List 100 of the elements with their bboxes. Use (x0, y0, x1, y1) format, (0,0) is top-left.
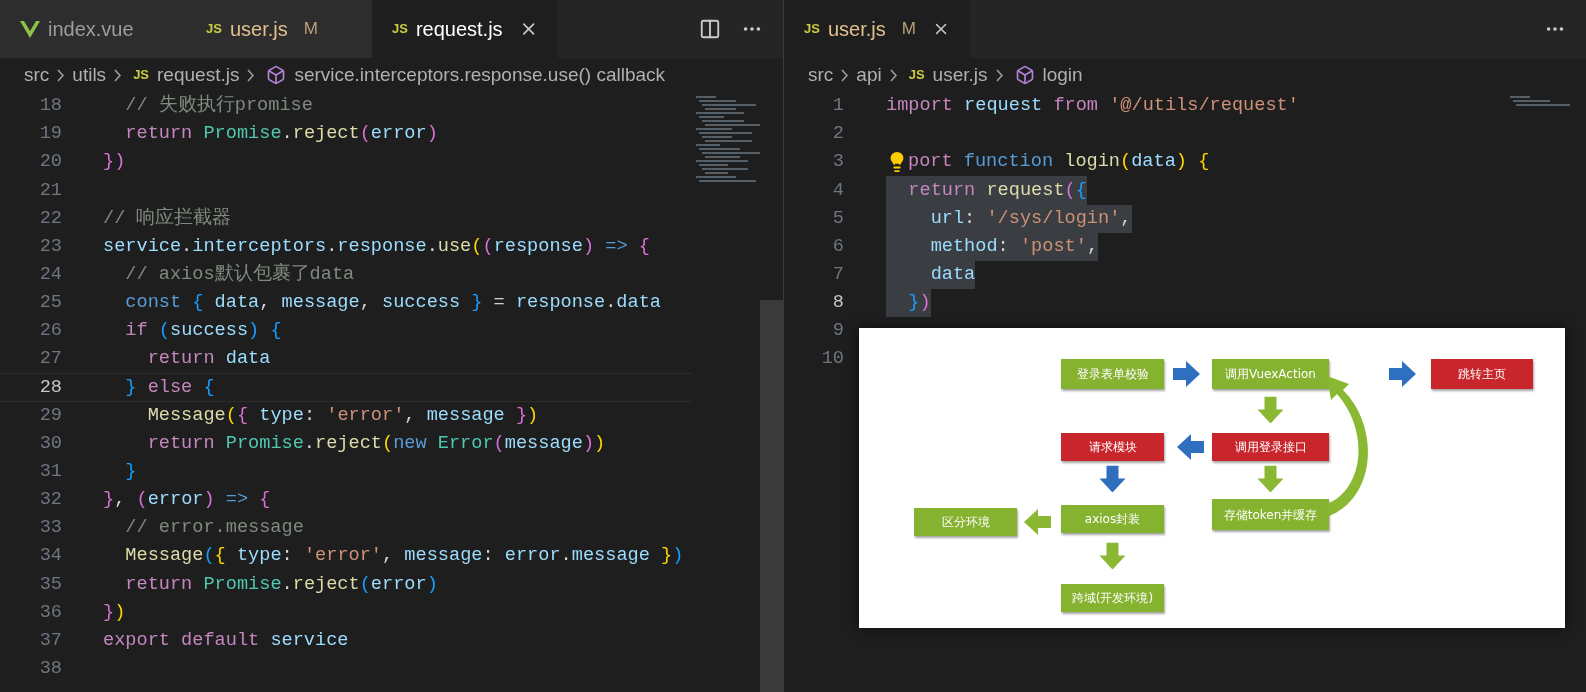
code-line: service.interceptors.response.use((response) => { (103, 234, 650, 259)
modified-label: M (901, 18, 916, 41)
editor-tab[interactable]: JS user.js M (186, 0, 372, 58)
flow-node: 登录表单校验 (1061, 359, 1164, 389)
code-line: }) (103, 600, 126, 625)
cube-icon (1014, 65, 1035, 85)
line-number: 4 (831, 178, 844, 203)
cube-icon (266, 65, 287, 85)
code-line: if (success) { (124, 319, 282, 344)
scrollbar-thumb[interactable] (760, 300, 783, 692)
flow-node: 请求模块 (1061, 433, 1164, 461)
code-line: const { data, message, success } = response.data (124, 291, 661, 316)
code-line: // 失败执行promise (124, 93, 313, 119)
code-line: port function login(data) { (908, 150, 1210, 175)
line-number: 35 (38, 572, 62, 597)
line-number: 31 (38, 459, 62, 484)
editor-tab[interactable]: index.vue (0, 0, 186, 58)
line-number: 7 (831, 262, 844, 287)
code-line: import request from '@/utils/request' (886, 94, 1299, 119)
line-number: 9 (831, 319, 844, 344)
js-file-icon: JS (804, 19, 820, 39)
flow-node: 存储token并缓存 (1212, 499, 1329, 530)
chevron-icon (841, 68, 849, 82)
code-line: Message({ type: 'error', message }) (146, 403, 539, 428)
flow-node: 跨域(开发环境) (1061, 584, 1164, 612)
code-line: Message({ type: 'error', message: error.message }) (124, 544, 684, 569)
tab-label: request.js (415, 17, 503, 42)
modified-label: M (303, 18, 318, 41)
line-number: 37 (38, 628, 62, 653)
line-number: 23 (38, 234, 62, 259)
line-number: 36 (38, 600, 62, 625)
js-file-icon: JS (908, 65, 925, 85)
line-number: 19 (38, 122, 62, 147)
line-number: 5 (831, 206, 844, 231)
tab-label: user.js (827, 17, 886, 42)
line-number: 33 (38, 516, 62, 541)
editor-tab[interactable]: JS request.js (372, 0, 558, 58)
line-number: 2 (831, 122, 844, 147)
line-number: 30 (38, 431, 62, 456)
chevron-icon (889, 68, 897, 82)
code-line: } else { (124, 375, 215, 400)
line-number: 20 (38, 150, 62, 175)
vue-file-icon (20, 20, 40, 38)
tab-label: user.js (229, 17, 288, 42)
breadcrumb-item[interactable]: login (1042, 60, 1083, 90)
flow-node: axios封装 (1061, 505, 1164, 533)
arrow (1173, 361, 1200, 387)
breadcrumb-item[interactable]: src (24, 60, 50, 90)
code-line: }, (error) => { (103, 488, 271, 513)
arrow (1257, 396, 1284, 424)
code-line: } (124, 459, 137, 484)
breadcrumb-item[interactable]: src (808, 60, 834, 90)
line-number: 28 (38, 375, 62, 400)
line-number: 3 (831, 150, 844, 175)
chevron-icon (995, 68, 1003, 82)
tab-label: index.vue (48, 17, 134, 42)
line-number: 29 (38, 403, 62, 428)
line-number: 10 (820, 347, 844, 372)
line-number: 32 (38, 488, 62, 513)
line-number: 18 (38, 94, 62, 119)
breadcrumb-item[interactable]: user.js (932, 60, 988, 90)
arrow (1257, 465, 1284, 493)
code-line: return data (146, 347, 271, 372)
js-file-icon: JS (206, 19, 222, 39)
chevron-icon (114, 68, 122, 82)
line-number: 34 (38, 544, 62, 569)
line-number: 24 (38, 262, 62, 287)
arrow (1389, 361, 1416, 387)
line-number: 22 (38, 206, 62, 231)
line-number: 26 (38, 319, 62, 344)
editor-tab[interactable]: JS user.js M (784, 0, 970, 58)
arrow (1099, 542, 1126, 570)
breadcrumb-item[interactable]: utils (72, 60, 107, 90)
js-file-icon: JS (392, 19, 408, 39)
line-number: 1 (831, 94, 844, 119)
code-line: }) (103, 150, 126, 175)
flow-node: 区分环境 (914, 508, 1017, 536)
line-number: 6 (831, 234, 844, 259)
line-number: 27 (38, 347, 62, 372)
code-line: // 响应拦截器 (103, 206, 232, 231)
flow-node: 调用VuexAction (1212, 359, 1329, 389)
arrow (1177, 434, 1204, 460)
flow-node: 跳转主页 (1431, 359, 1533, 389)
code-line: // axios默认包裹了data (124, 262, 355, 287)
arrow (1099, 465, 1126, 493)
line-number: 8 (831, 291, 844, 316)
breadcrumb-item[interactable]: service.interceptors.response.use() callback (294, 60, 666, 90)
line-number: 25 (38, 291, 62, 316)
breadcrumb-item[interactable]: request.js (157, 60, 240, 90)
chevron-icon (57, 68, 65, 82)
code-line: return Promise.reject(error) (124, 122, 438, 147)
breadcrumb-item[interactable]: api (856, 60, 882, 90)
arrow (1024, 509, 1051, 535)
code-line: return Promise.reject(new Error(message)) (146, 431, 606, 456)
split-editor-icon[interactable] (699, 18, 721, 40)
code-line: // error.message (124, 516, 304, 541)
code-line: return Promise.reject(error) (124, 572, 438, 597)
line-number: 38 (38, 656, 62, 681)
chevron-icon (247, 68, 255, 82)
code-line: export default service (103, 628, 349, 653)
